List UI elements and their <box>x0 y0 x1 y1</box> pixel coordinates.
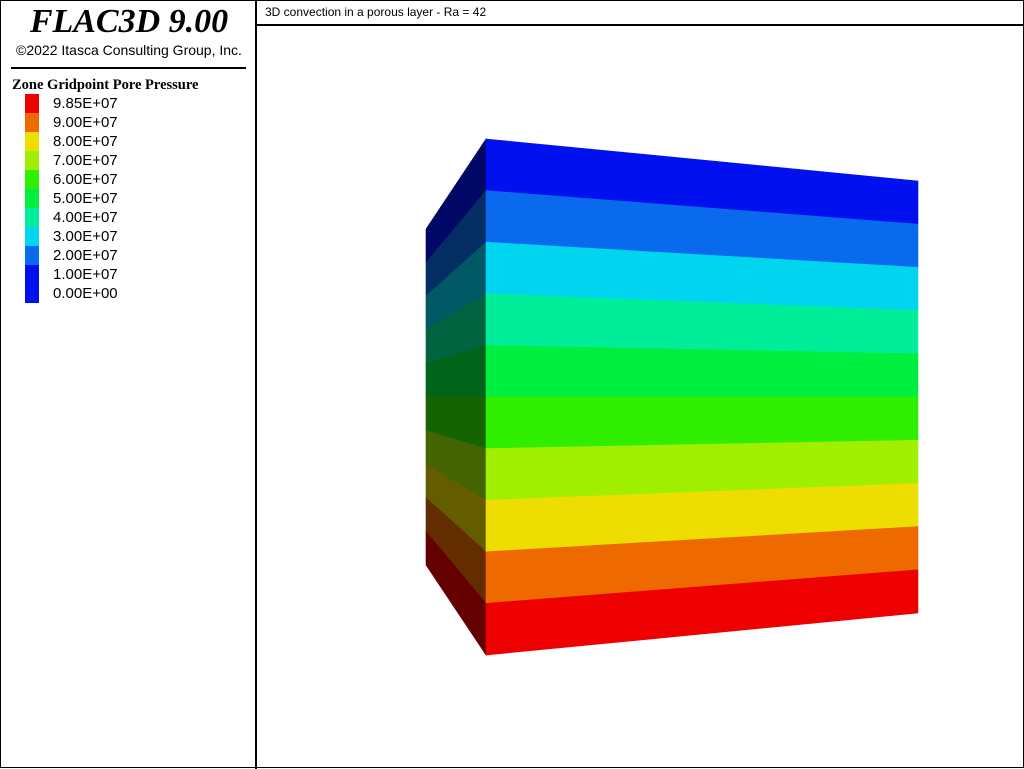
legend-divider <box>11 67 246 69</box>
model-front-face <box>485 138 919 656</box>
plot-title: 3D convection in a porous layer - Ra = 4… <box>265 5 487 19</box>
legend-swatch <box>25 151 39 170</box>
legend-label: 9.85E+07 <box>53 95 118 112</box>
legend-label: 1.00E+07 <box>53 266 118 283</box>
legend-label: 0.00E+00 <box>53 285 118 302</box>
legend-title: Zone Gridpoint Pore Pressure <box>12 77 199 93</box>
legend-label: 5.00E+07 <box>53 190 118 207</box>
plot-title-bar: 3D convection in a porous layer - Ra = 4… <box>257 1 1024 26</box>
legend-swatch <box>25 227 39 246</box>
legend-panel: FLAC3D 9.00 ©2022 Itasca Consulting Grou… <box>1 1 257 769</box>
legend-swatch <box>25 170 39 189</box>
legend-label: 8.00E+07 <box>53 133 118 150</box>
model-view-svg[interactable] <box>258 26 1024 768</box>
legend-label: 6.00E+07 <box>53 171 118 188</box>
legend-label: 2.00E+07 <box>53 247 118 264</box>
model-viewport[interactable] <box>258 26 1024 768</box>
application-frame: FLAC3D 9.00 ©2022 Itasca Consulting Grou… <box>0 0 1024 769</box>
copyright-text: ©2022 Itasca Consulting Group, Inc. <box>16 42 242 58</box>
legend-swatch <box>25 284 39 303</box>
legend-label: 3.00E+07 <box>53 228 118 245</box>
legend-label: 9.00E+07 <box>53 114 118 131</box>
model-side-face <box>425 138 487 656</box>
legend-swatch <box>25 246 39 265</box>
front-band <box>485 396 919 449</box>
legend-label: 7.00E+07 <box>53 152 118 169</box>
front-band <box>485 345 919 398</box>
legend-swatch <box>25 94 39 113</box>
legend-swatch <box>25 132 39 151</box>
legend-swatch <box>25 265 39 284</box>
legend-swatch <box>25 113 39 132</box>
legend-label: 4.00E+07 <box>53 209 118 226</box>
legend-swatch <box>25 189 39 208</box>
legend-swatch <box>25 208 39 227</box>
app-title: FLAC3D 9.00 <box>29 3 229 40</box>
